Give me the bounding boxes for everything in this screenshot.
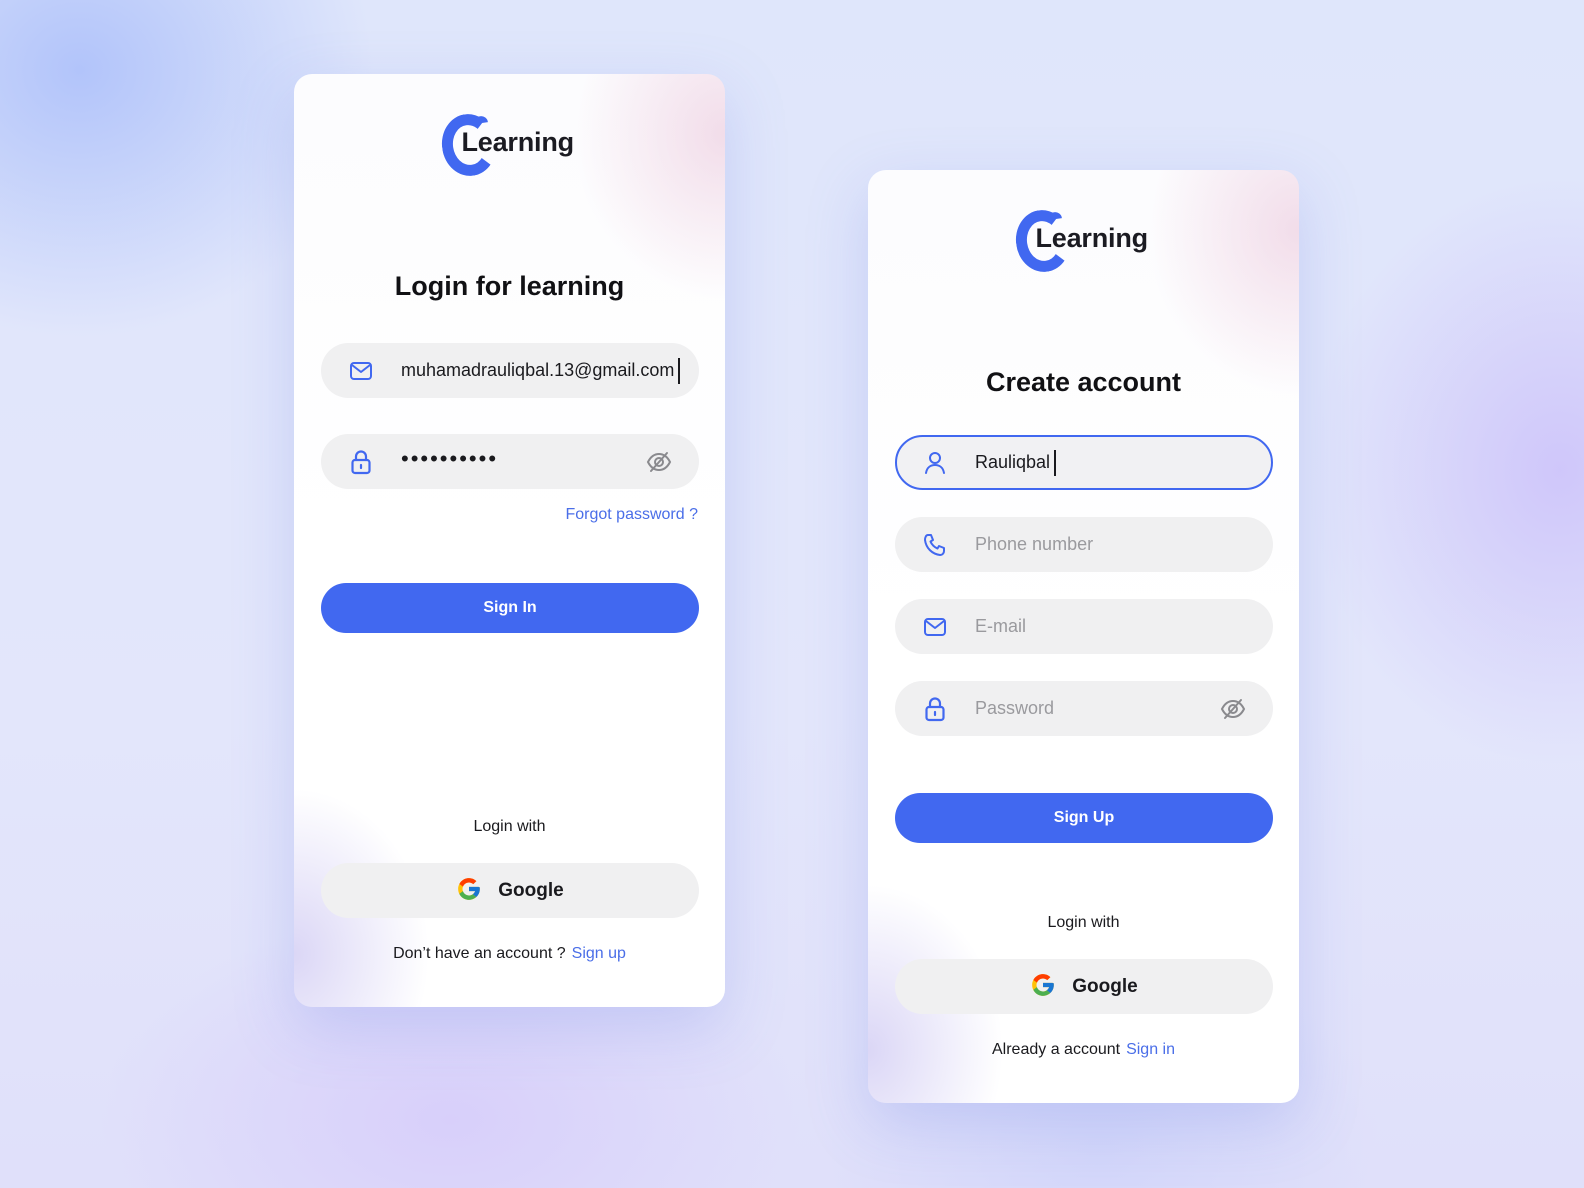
sign-up-link[interactable]: Sign up xyxy=(572,945,626,962)
google-login-button[interactable]: Google xyxy=(321,863,699,918)
name-field[interactable]: Rauliqbal xyxy=(895,435,1273,490)
eye-off-icon[interactable] xyxy=(1219,695,1247,723)
signin-prompt: Already a account Sign in xyxy=(868,1041,1299,1059)
mail-icon xyxy=(922,614,948,640)
google-icon xyxy=(456,876,482,905)
signup-prompt: Don’t have an account ? Sign up xyxy=(294,945,725,963)
lock-icon xyxy=(348,449,374,475)
google-button-label: Google xyxy=(498,879,564,901)
password-field[interactable]: Password xyxy=(895,681,1273,736)
login-with-label: Login with xyxy=(1047,914,1120,931)
user-icon xyxy=(922,450,948,476)
email-field[interactable]: E-mail xyxy=(895,599,1273,654)
google-button-label: Google xyxy=(1072,975,1138,997)
text-caret xyxy=(678,357,681,384)
google-icon xyxy=(1030,972,1056,1001)
login-with-label: Login with xyxy=(473,818,546,835)
mail-icon xyxy=(348,358,374,384)
sign-in-link[interactable]: Sign in xyxy=(1126,1041,1175,1058)
email-field[interactable]: muhamadrauliqbal.13@gmail.com xyxy=(321,343,699,398)
brand-name: Learning xyxy=(461,127,575,157)
password-field[interactable]: •••••••••• xyxy=(321,434,699,489)
phone-placeholder: Phone number xyxy=(975,534,1094,554)
signup-prompt-text: Don’t have an account ? xyxy=(393,945,566,962)
phone-field[interactable]: Phone number xyxy=(895,517,1273,572)
phone-icon xyxy=(922,532,948,558)
login-card: Learning Login for learning muhamadrauli… xyxy=(294,74,725,1007)
name-value[interactable]: Rauliqbal xyxy=(975,449,1057,476)
signup-card: Learning Create account Rauliqbal Phone … xyxy=(868,170,1299,1103)
text-caret xyxy=(1054,449,1057,476)
lock-icon xyxy=(922,696,948,722)
password-value[interactable]: •••••••••• xyxy=(401,446,498,472)
brand-logo: Learning xyxy=(1011,206,1154,276)
page-title: Create account xyxy=(985,367,1182,397)
signin-prompt-text: Already a account xyxy=(992,1041,1121,1058)
email-placeholder: E-mail xyxy=(975,616,1027,636)
password-placeholder: Password xyxy=(975,698,1055,718)
brand-name: Learning xyxy=(1035,223,1149,253)
google-login-button[interactable]: Google xyxy=(895,959,1273,1014)
email-value[interactable]: muhamadrauliqbal.13@gmail.com xyxy=(401,357,681,384)
brand-logo: Learning xyxy=(437,110,580,180)
page-title: Login for learning xyxy=(394,271,625,301)
sign-up-button[interactable]: Sign Up xyxy=(895,793,1273,843)
forgot-password-link[interactable]: Forgot password ? xyxy=(565,506,698,524)
sign-in-button[interactable]: Sign In xyxy=(321,583,699,633)
eye-off-icon[interactable] xyxy=(645,448,673,476)
